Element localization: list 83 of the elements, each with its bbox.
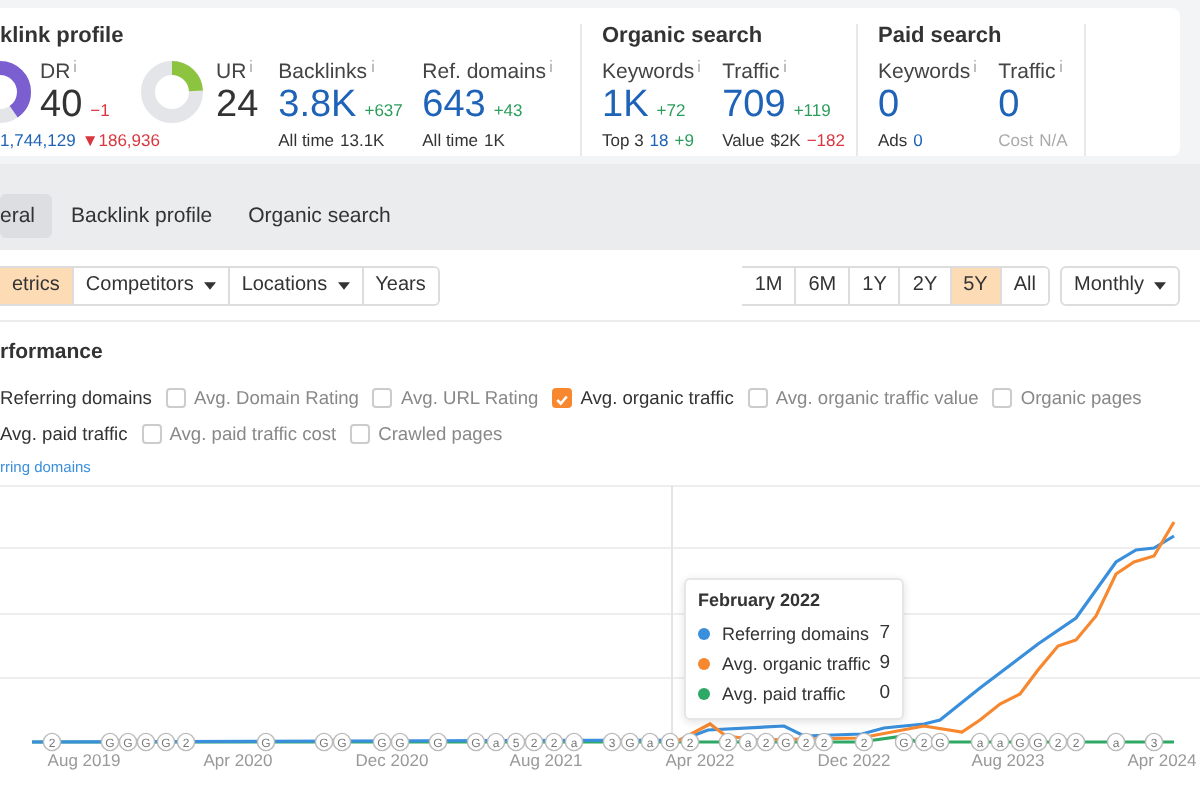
metric-checkbox[interactable]: Crawled pages	[350, 424, 503, 444]
metric-change: +637	[364, 100, 403, 120]
metric-label: UR	[216, 60, 247, 84]
metric-detail: Top 3	[602, 130, 644, 150]
metric-checkbox[interactable]: Avg. paid traffic	[0, 424, 128, 444]
info-icon[interactable]	[781, 60, 788, 72]
metric-label: Traffic	[998, 60, 1056, 84]
metric-detail: 1,744,129	[0, 130, 76, 150]
x-axis-label: Apr 2022	[665, 750, 735, 770]
metric-checkbox[interactable]: Avg. organic traffic value	[747, 388, 979, 408]
metric-detail: Ads	[878, 130, 908, 150]
tab[interactable]: Organic search	[232, 193, 407, 237]
tooltip-label: Avg. organic traffic	[722, 653, 873, 673]
metric-detail: Value	[722, 130, 765, 150]
caret-icon	[1154, 281, 1166, 289]
metric-change: +119	[793, 100, 831, 120]
x-axis-label: Apr 2024	[1127, 750, 1197, 770]
metric-value: 709	[722, 84, 786, 128]
interval-dropdown[interactable]: Monthly	[1059, 265, 1180, 305]
info-icon[interactable]	[548, 60, 555, 72]
metric-label: Keywords	[602, 60, 695, 84]
tab[interactable]: Backlink profile	[55, 193, 229, 237]
info-icon[interactable]	[72, 60, 79, 72]
metric-checkbox[interactable]: Avg. Domain Rating	[165, 388, 359, 408]
info-icon[interactable]	[369, 60, 375, 72]
metric-detail: ▼186,936	[81, 130, 160, 150]
section-title: rformance	[0, 340, 105, 364]
x-axis-label: Aug 2019	[47, 750, 121, 770]
metric-value: 40	[40, 84, 83, 128]
tooltip-value: 9	[879, 652, 890, 674]
metric-checkbox[interactable]: Avg. paid traffic cost	[141, 424, 337, 444]
metric-checkbox[interactable]: Referring domains	[0, 388, 152, 408]
metric-detail: All time	[278, 130, 335, 150]
metric-checkbox[interactable]: Avg. URL Rating	[372, 388, 539, 408]
metric-detail: 18	[649, 130, 669, 150]
metric-label: Ref. domains	[422, 60, 547, 84]
metric-value: 0	[998, 84, 1020, 128]
metric-change: +72	[656, 100, 686, 120]
metric-label: DR	[40, 60, 71, 84]
tooltip-value: 0	[879, 682, 890, 704]
metric-detail: All time	[422, 130, 479, 150]
x-axis-label: Dec 2022	[817, 750, 891, 770]
caret-icon	[203, 281, 216, 289]
metric-detail: $2K	[770, 130, 801, 150]
info-icon[interactable]	[248, 60, 255, 72]
metric-detail: 1K	[484, 130, 505, 150]
x-axis-label: Apr 2020	[203, 750, 273, 770]
info-icon[interactable]	[1057, 60, 1064, 72]
x-axis-label: Aug 2023	[971, 750, 1045, 770]
metric-detail: N/A	[1039, 130, 1068, 150]
tooltip-title: February 2022	[698, 590, 823, 610]
metric-value: 0	[878, 84, 900, 128]
caret-icon	[337, 281, 350, 289]
tooltip-label: Avg. paid traffic	[722, 683, 848, 703]
metric-value: 3.8K	[278, 84, 357, 128]
metric-change: −1	[90, 100, 110, 120]
metric-label: Traffic	[722, 60, 780, 84]
checkmark-icon	[554, 390, 571, 410]
metric-value: 24	[216, 84, 259, 128]
metric-detail: −182	[806, 130, 845, 150]
metric-detail: Cost	[998, 130, 1034, 150]
filter-button[interactable]: etrics	[0, 267, 74, 303]
metric-value: 643	[422, 84, 486, 128]
info-icon[interactable]	[972, 60, 979, 72]
metric-label: Backlinks	[278, 60, 367, 84]
x-axis-label: Aug 2021	[509, 750, 583, 770]
metric-change: +43	[493, 100, 523, 120]
x-axis-label: Dec 2020	[355, 750, 429, 770]
tooltip-label: Referring domains	[722, 623, 872, 643]
section-title: Paid search	[878, 24, 1004, 48]
metric-checkbox[interactable]: Avg. organic traffic	[552, 388, 734, 408]
tooltip-value: 7	[879, 622, 890, 644]
metric-detail: 0	[913, 130, 923, 150]
metric-label: Keywords	[878, 60, 971, 84]
info-icon[interactable]	[696, 60, 703, 72]
metric-value: 1K	[602, 84, 649, 128]
section-title: Organic search	[602, 24, 765, 48]
metric-detail: 13.1K	[340, 130, 385, 150]
tab[interactable]: eral	[0, 193, 52, 237]
section-title: klink profile	[0, 24, 126, 48]
range-button[interactable]: 5Y	[951, 267, 1002, 303]
metric-detail: +9	[674, 130, 694, 150]
metric-checkbox[interactable]: Organic pages	[992, 388, 1142, 408]
